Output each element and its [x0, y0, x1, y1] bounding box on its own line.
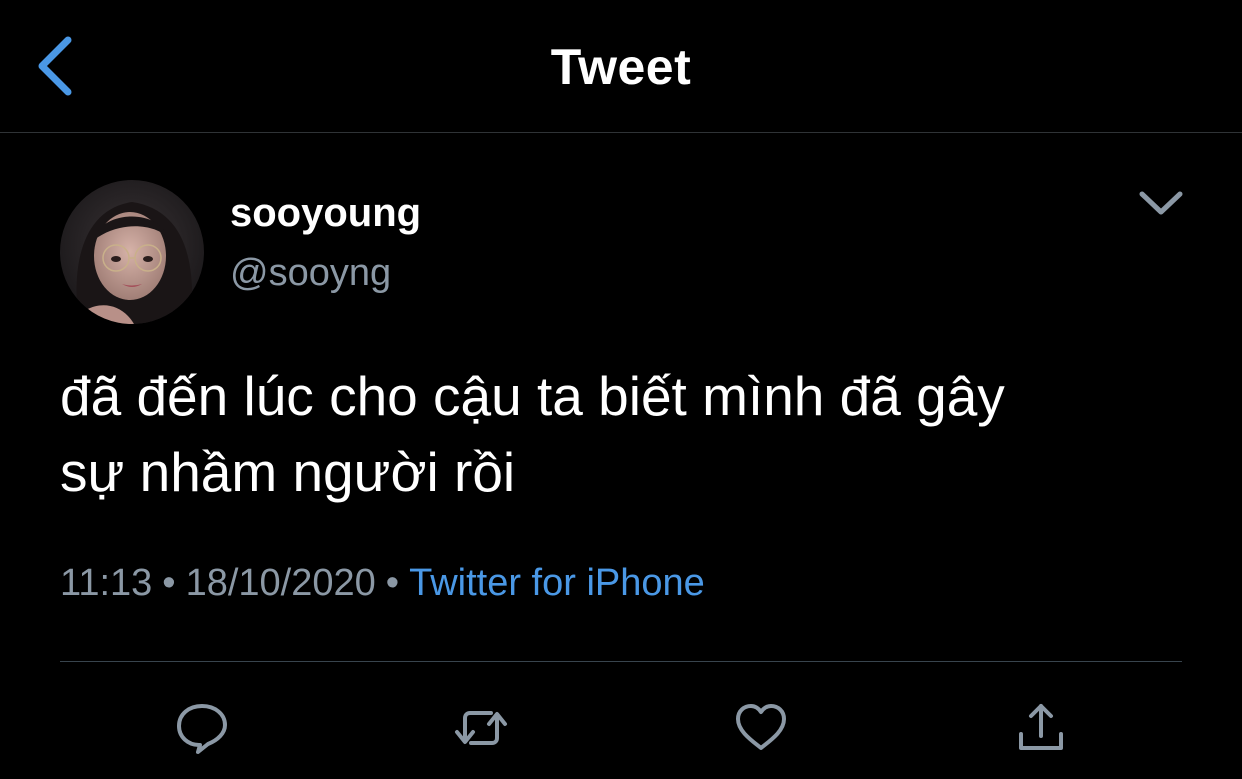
author-display-name[interactable]: sooyoung: [230, 191, 421, 236]
like-button[interactable]: [733, 700, 789, 756]
share-icon: [1019, 704, 1063, 750]
separator-dot: •: [162, 562, 176, 604]
author-handle[interactable]: @sooyng: [230, 252, 391, 295]
tweet-meta: 11:13 • 18/10/2020 • Twitter for iPhone: [60, 562, 705, 605]
header-bar: Tweet: [0, 0, 1242, 133]
heart-icon: [736, 704, 786, 750]
tweet-source-link[interactable]: Twitter for iPhone: [409, 562, 705, 604]
tweet-date: 18/10/2020: [185, 562, 376, 604]
page-title: Tweet: [550, 39, 692, 95]
tweet-text-line: sự nhầm người rồi: [60, 441, 516, 503]
chevron-down-icon: [1139, 191, 1183, 215]
profile-photo: [60, 180, 204, 324]
tweet-text-line: đã đến lúc cho cậu ta biết mình đã gây: [60, 365, 1005, 427]
retweet-icon: [455, 711, 507, 745]
retweet-button[interactable]: [453, 700, 509, 756]
tweet-text: đã đến lúc cho cậu ta biết mình đã gây s…: [60, 358, 1180, 510]
divider: [60, 661, 1182, 662]
avatar[interactable]: [60, 180, 204, 324]
reply-icon: [177, 704, 227, 754]
tweet-time: 11:13: [60, 562, 153, 604]
share-button[interactable]: [1013, 700, 1069, 756]
reply-button[interactable]: [174, 700, 230, 756]
more-options-button[interactable]: [1132, 182, 1190, 226]
tweet-detail-screen: Tweet sooyoung @sooyng đã đến lúc cho cậ…: [0, 0, 1242, 779]
separator-dot: •: [385, 562, 400, 604]
